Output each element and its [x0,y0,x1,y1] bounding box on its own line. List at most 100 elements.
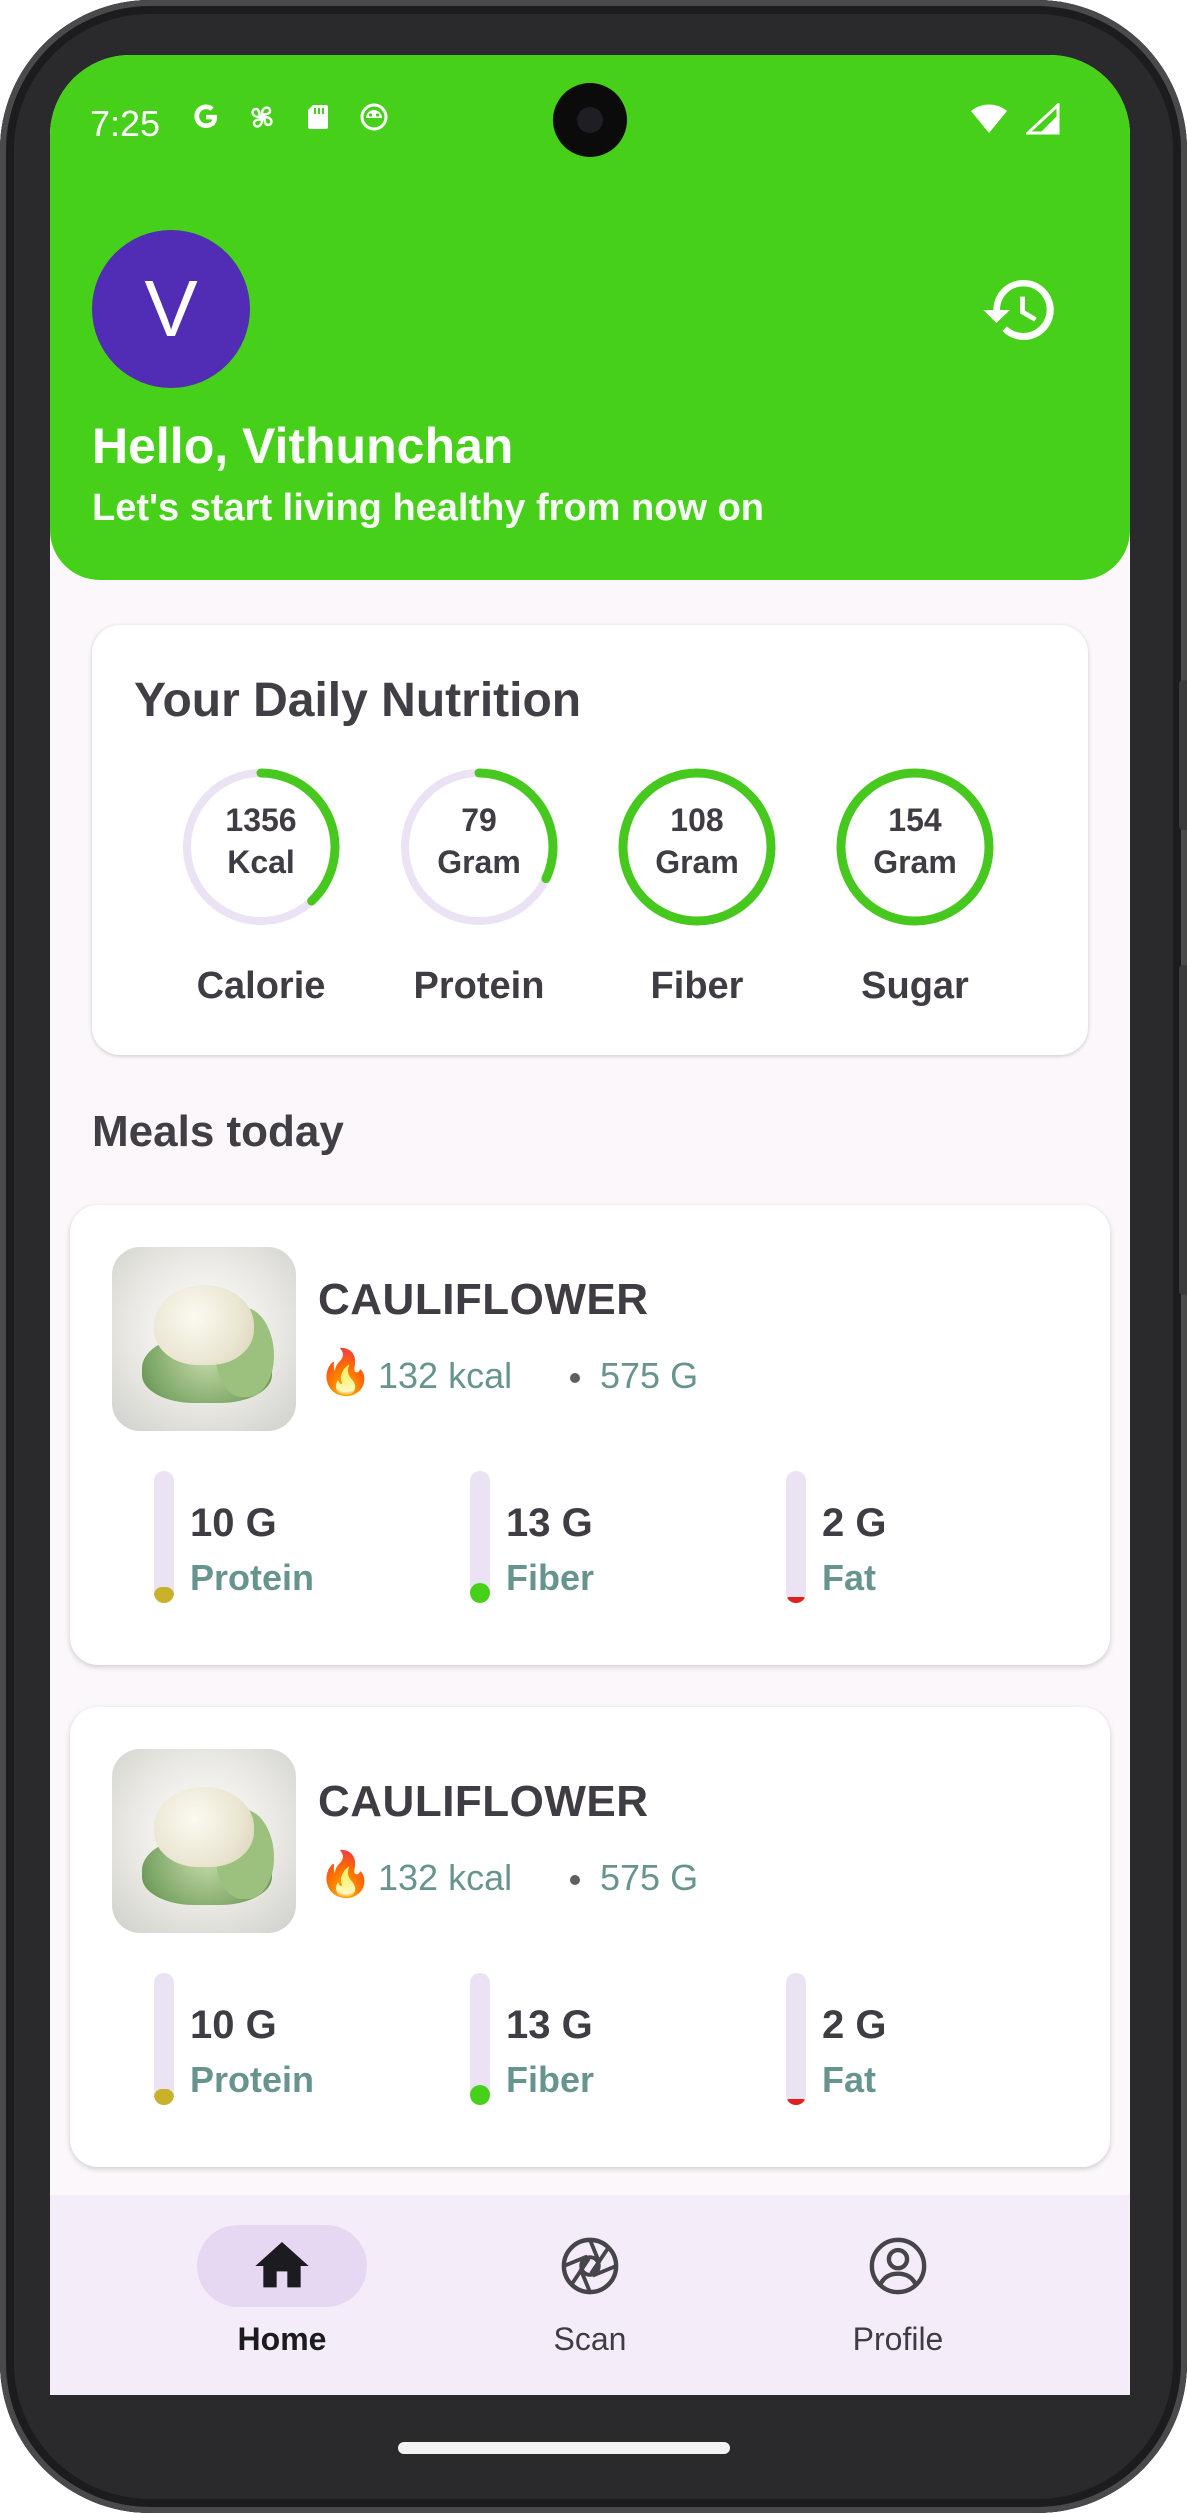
header: 7:25 V Hello, Vithunchan Let's start liv… [50,55,1130,580]
macro-bar-fill [154,1587,174,1603]
avatar[interactable]: V [92,230,250,388]
greeting: Hello, Vithunchan [92,418,514,474]
ring-number: 79 [461,802,497,838]
nutrition-ring-fiber: 108 Gram Fiber [612,765,782,1008]
macro-value: 13 G [506,2003,593,2047]
nav-label: Scan [553,2321,627,2357]
macro-value: 2 G [822,2003,887,2047]
camera-aperture-icon [561,2237,619,2295]
meal-name: CAULIFLOWER [318,1275,649,1324]
daily-nutrition-card: Your Daily Nutrition 1356 Kcal Calorie 7… [92,625,1088,1055]
daily-nutrition-title: Your Daily Nutrition [134,674,582,727]
macro-protein: 10 G Protein [154,1973,454,2113]
history-icon [983,279,1054,340]
cauliflower-head [154,1285,254,1365]
nav-indicator [505,2225,675,2307]
macro-bar-fill [786,1597,806,1603]
macro-label: Protein [190,2059,315,2100]
pinwheel-icon [246,101,278,133]
history-button[interactable] [980,270,1060,350]
nutrition-ring-sugar: 154 Gram Sugar [830,765,1000,1008]
ring-number: 1356 [225,802,297,838]
macro-bar-fill [470,2085,490,2105]
fire-icon: 🔥 [318,1348,373,1397]
screen: 7:25 V Hello, Vithunchan Let's start liv… [50,55,1130,2395]
separator-dot [570,1875,580,1885]
status-time: 7:25 [90,103,161,144]
nav-item-scan[interactable]: Scan [470,2225,710,2358]
nav-item-home[interactable]: Home [162,2225,402,2358]
macro-bar-fill [154,2089,174,2105]
meal-weight: 575 G [600,1355,699,1396]
macro-bar [154,1973,174,2105]
macro-bar [154,1471,174,1603]
meal-card[interactable]: CAULIFLOWER 🔥 132 kcal 575 G 10 G Protei… [70,1205,1110,1665]
macro-label: Fiber [506,1557,595,1598]
app-root: 7:25 V Hello, Vithunchan Let's start liv… [50,55,1130,2395]
meal-name: CAULIFLOWER [318,1777,649,1826]
ring-value: 154 Gram [830,799,1000,883]
ring-value: 108 Gram [612,799,782,883]
macro-bar-fill [786,2099,806,2105]
signal-icon [1024,101,1060,140]
meal-kcal: 132 kcal [378,1355,513,1396]
fire-icon: 🔥 [318,1850,373,1899]
ring-unit: Gram [437,844,521,880]
ring-value: 1356 Kcal [176,799,346,883]
macro-protein: 10 G Protein [154,1471,454,1611]
android-debug-icon [358,101,390,133]
macro-fat: 2 G Fat [786,1973,1086,2113]
sd-card-icon [302,101,334,133]
ring-label: Fiber [650,965,744,1007]
front-camera [553,83,627,157]
meals-today-title: Meals today [92,1107,344,1156]
ring-unit: Kcal [227,844,295,880]
nutrition-ring-calorie: 1356 Kcal Calorie [176,765,346,1008]
tagline: Let's start living healthy from now on [92,487,764,529]
macro-bar [470,1973,490,2105]
side-button-power [1179,965,1187,1295]
cauliflower-head [154,1787,254,1867]
macro-value: 10 G [190,1501,277,1545]
gesture-bar[interactable] [398,2442,730,2454]
nav-indicator [813,2225,983,2307]
macro-fiber: 13 G Fiber [470,1471,770,1611]
ring-unit: Gram [655,844,739,880]
home-icon [255,2242,309,2288]
ring-unit: Gram [873,844,957,880]
meal-weight: 575 G [600,1857,699,1898]
macro-bar [470,1471,490,1603]
macro-fat: 2 G Fat [786,1471,1086,1611]
meal-kcal: 132 kcal [378,1857,513,1898]
macro-label: Fiber [506,2059,595,2100]
ring-value: 79 Gram [394,799,564,883]
nutrition-ring-protein: 79 Gram Protein [394,765,564,1008]
macro-bar-fill [470,1583,490,1603]
macro-bar [786,1471,806,1603]
macro-label: Fat [822,2059,876,2100]
ring-number: 108 [670,802,724,838]
phone-frame: 7:25 V Hello, Vithunchan Let's start liv… [0,0,1187,2513]
google-icon [190,101,222,133]
nutrition-rings: 1356 Kcal Calorie 79 Gram Protein 108 Gr… [176,765,1036,1025]
macro-label: Fat [822,1557,876,1598]
macro-bar [786,1973,806,2105]
meal-image [112,1247,296,1431]
macro-fiber: 13 G Fiber [470,1973,770,2113]
meal-image [112,1749,296,1933]
ring-number: 154 [888,802,942,838]
meal-card[interactable]: CAULIFLOWER 🔥 132 kcal 575 G 10 G Protei… [70,1707,1110,2167]
ring-label: Protein [413,965,545,1007]
status-left-icons [190,101,390,133]
bottom-nav: Home Scan Profile [50,2195,1130,2395]
nav-label: Home [237,2321,327,2357]
macro-value: 13 G [506,1501,593,1545]
separator-dot [570,1373,580,1383]
macro-value: 2 G [822,1501,887,1545]
nav-indicator [197,2225,367,2307]
wifi-icon [970,103,1008,140]
nav-label: Profile [852,2321,944,2357]
status-right-icons [970,101,1060,140]
ring-label: Sugar [861,965,969,1007]
nav-item-profile[interactable]: Profile [778,2225,1018,2358]
